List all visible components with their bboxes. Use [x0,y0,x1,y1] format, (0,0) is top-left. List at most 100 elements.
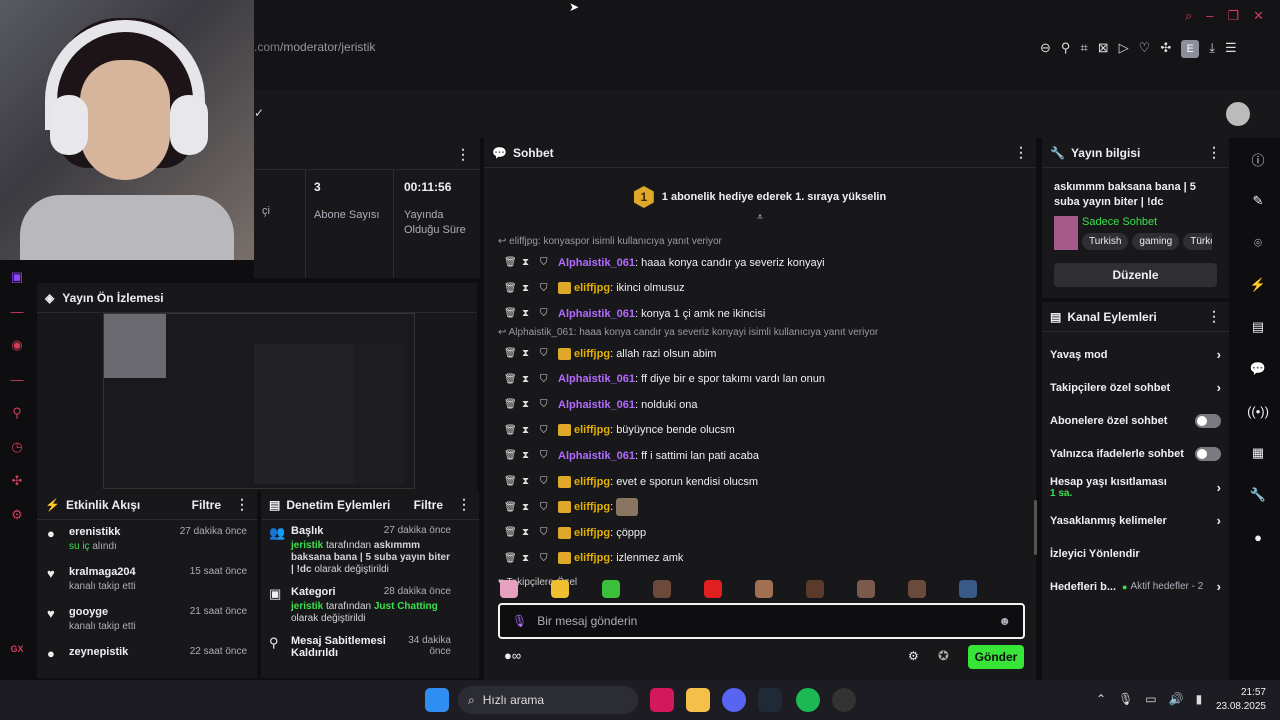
settings-icon[interactable]: ⚙ [908,649,919,663]
info-icon[interactable]: ⓘ [1236,138,1280,180]
chat-username[interactable]: Alphaistik_061 [558,308,635,320]
notes-icon[interactable]: ▤ [1236,306,1280,348]
broadcast-icon[interactable]: ((•)) [1236,390,1280,432]
delete-icon[interactable]: 🗑 [504,374,522,385]
category-name[interactable]: Sadece Sohbet [1082,216,1212,228]
timeout-icon[interactable]: ⧗ [522,308,540,319]
mic-icon[interactable]: 🎙 [512,614,527,628]
chat-username[interactable]: eliffjpg [574,424,610,436]
opera-gx-icon[interactable] [650,688,674,712]
minimize-icon[interactable]: – [1206,8,1213,24]
delete-icon[interactable]: 🗑 [504,450,522,461]
chevron-up-icon[interactable]: ⌃ [1096,692,1106,706]
maximize-icon[interactable]: ❐ [1228,8,1240,24]
tag[interactable]: Türkçe [1183,233,1212,250]
delete-icon[interactable]: 🗑 [504,476,522,487]
pencil-icon[interactable]: ✎ [1236,180,1280,222]
volume-icon[interactable]: 🔊 [1169,692,1184,706]
timeout-icon[interactable]: ⧗ [522,283,540,294]
search-icon[interactable]: ⌕ [1185,8,1192,24]
tag[interactable]: gaming [1132,233,1180,250]
mod-filter-button[interactable]: Filtre [414,498,443,512]
timeout-icon[interactable]: ⧗ [522,425,540,436]
timeout-icon[interactable]: ⧗ [522,476,540,487]
gx-icon[interactable]: GX [0,632,34,666]
chat-scrollbar[interactable] [1034,500,1037,555]
file-explorer-icon[interactable] [686,688,710,712]
clock-icon[interactable]: ◷ [0,430,34,464]
chat-username[interactable]: eliffjpg [574,527,610,539]
more-icon[interactable]: ⋮ [235,496,249,513]
puzzle-icon[interactable]: ✣ [0,464,34,498]
emote[interactable] [959,580,977,598]
mod-view-icon[interactable]: ✪ [938,648,949,664]
stream-preview-video[interactable] [103,313,415,489]
tag[interactable]: Turkish [1082,233,1129,250]
heart-icon[interactable]: ♡ [1139,40,1151,58]
download-icon[interactable]: ⤓ [1209,40,1215,58]
puzzle-icon[interactable]: ✣ [1160,40,1171,58]
obs-icon[interactable] [832,688,856,712]
more-icon[interactable]: ⋮ [456,146,470,163]
emote[interactable] [704,580,722,598]
emote[interactable] [500,580,518,598]
address-bar[interactable]: .com/moderator/jeristik [254,40,375,54]
zoom-icon[interactable]: ⊖ [1040,40,1051,58]
more-icon[interactable]: ⋮ [1207,308,1221,325]
emote[interactable] [908,580,926,598]
battery-icon[interactable]: ▮ [1196,692,1203,706]
collapse-icon[interactable]: ⩡ [484,212,1036,223]
twitch-icon[interactable]: ▣ [0,260,34,294]
send-button[interactable]: Gönder [968,645,1024,669]
pin-icon[interactable]: ⚲ [1061,40,1071,58]
crop-icon[interactable]: ⌗ [1080,40,1087,58]
timeout-icon[interactable]: ⧗ [522,502,540,513]
delete-icon[interactable]: 🗑 [504,257,522,268]
delete-icon[interactable]: 🗑 [504,399,522,410]
timeout-icon[interactable]: ⧗ [522,374,540,385]
more-icon[interactable]: ⋮ [1014,144,1028,161]
profile-avatar[interactable]: E [1181,40,1200,58]
account-age-row[interactable]: Hesap yaşı kısıtlaması 1 sa. › [1042,470,1229,504]
subs-only-toggle[interactable] [1195,413,1221,428]
delete-icon[interactable]: 🗑 [504,348,522,359]
redirect-row[interactable]: İzleyici Yönlendir [1042,537,1229,570]
chat-username[interactable]: Alphaistik_061 [558,257,635,269]
menu-icon[interactable]: ☰ [1225,40,1237,58]
timeout-icon[interactable]: ⧗ [522,257,540,268]
spotify-icon[interactable] [796,688,820,712]
emote[interactable] [551,580,569,598]
lightning-icon[interactable]: ⚡ [1236,264,1280,306]
goals-row[interactable]: Hedefleri b... ● Aktif hedefler - 2 › [1042,570,1229,603]
camera-icon[interactable]: ⌾ [1236,222,1280,264]
delete-icon[interactable]: 🗑 [504,502,522,513]
activity-filter-button[interactable]: Filtre [192,498,221,512]
layout-icon[interactable]: ▦ [1236,432,1280,474]
banned-words-row[interactable]: Yasaklanmış kelimeler › [1042,504,1229,537]
chat-username[interactable]: eliffjpg [574,282,610,294]
delete-icon[interactable]: 🗑 [504,283,522,294]
chat-username[interactable]: eliffjpg [574,348,610,360]
play-circle-icon[interactable]: ◉ [0,328,34,362]
delete-icon[interactable]: 🗑 [504,527,522,538]
user-avatar[interactable] [1226,102,1250,126]
mic-icon[interactable]: 🎙 [1118,692,1133,706]
chat-input[interactable]: 🎙 Bir mesaj gönderin ☻ [498,603,1025,639]
timeout-icon[interactable]: ⧗ [522,553,540,564]
chat-username[interactable]: eliffjpg [574,476,610,488]
emote[interactable] [857,580,875,598]
followers-only-row[interactable]: Takipçilere özel sohbet › [1042,371,1229,404]
more-icon[interactable]: ⋮ [457,496,471,513]
timeout-icon[interactable]: ⧗ [522,348,540,359]
emote-only-toggle[interactable] [1195,446,1221,461]
clock[interactable]: 21:57 23.08.2025 [1214,686,1266,714]
windows-start-icon[interactable] [425,688,449,712]
delete-icon[interactable]: 🗑 [504,308,522,319]
edit-button[interactable]: Düzenle [1054,263,1217,287]
delete-icon[interactable]: 🗑 [504,553,522,564]
more-icon[interactable]: ⋮ [1207,144,1221,161]
bits-infinity-icon[interactable]: ●∞ [504,648,521,663]
timeout-icon[interactable]: ⧗ [522,450,540,461]
delete-icon[interactable]: 🗑 [504,425,522,436]
close-icon[interactable]: ✕ [1253,8,1264,24]
